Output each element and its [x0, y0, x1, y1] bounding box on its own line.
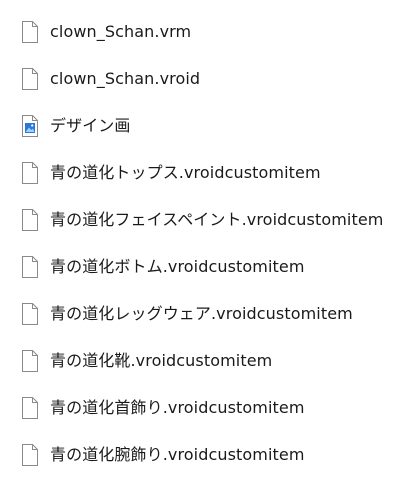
file-name: 青の道化首飾り.vroidcustomitem [50, 397, 305, 417]
blank-file-icon [21, 302, 39, 325]
file-item[interactable]: 青の道化レッグウェア.vroidcustomitem [0, 290, 412, 337]
file-name: clown_Schan.vrm [50, 21, 192, 41]
blank-file-icon [21, 161, 39, 184]
blank-file-icon [21, 443, 39, 466]
file-item[interactable]: 青の道化靴.vroidcustomitem [0, 337, 412, 384]
file-item[interactable]: デザイン画 [0, 102, 412, 149]
file-item[interactable]: 青の道化トップス.vroidcustomitem [0, 149, 412, 196]
file-name: clown_Schan.vroid [50, 68, 201, 88]
blank-file-icon [21, 255, 39, 278]
file-list: clown_Schan.vrm clown_Schan.vroid デザイン画 … [0, 8, 412, 478]
file-name: 青の道化腕飾り.vroidcustomitem [50, 444, 305, 464]
blank-file-icon [21, 20, 39, 43]
blank-file-icon [21, 67, 39, 90]
file-name: 青の道化トップス.vroidcustomitem [50, 162, 321, 182]
blank-file-icon [21, 349, 39, 372]
file-name: デザイン画 [50, 115, 131, 135]
file-name: 青の道化レッグウェア.vroidcustomitem [50, 303, 353, 323]
file-item[interactable]: 青の道化ボトム.vroidcustomitem [0, 243, 412, 290]
file-name: 青の道化フェイスペイント.vroidcustomitem [50, 209, 384, 229]
file-item[interactable]: clown_Schan.vrm [0, 8, 412, 55]
file-name: 青の道化ボトム.vroidcustomitem [50, 256, 305, 276]
file-item[interactable]: 青の道化首飾り.vroidcustomitem [0, 384, 412, 431]
blank-file-icon [21, 208, 39, 231]
image-file-icon [21, 114, 39, 137]
file-item[interactable]: clown_Schan.vroid [0, 55, 412, 102]
file-name: 青の道化靴.vroidcustomitem [50, 350, 273, 370]
blank-file-icon [21, 396, 39, 419]
file-item[interactable]: 青の道化腕飾り.vroidcustomitem [0, 431, 412, 478]
file-item[interactable]: 青の道化フェイスペイント.vroidcustomitem [0, 196, 412, 243]
